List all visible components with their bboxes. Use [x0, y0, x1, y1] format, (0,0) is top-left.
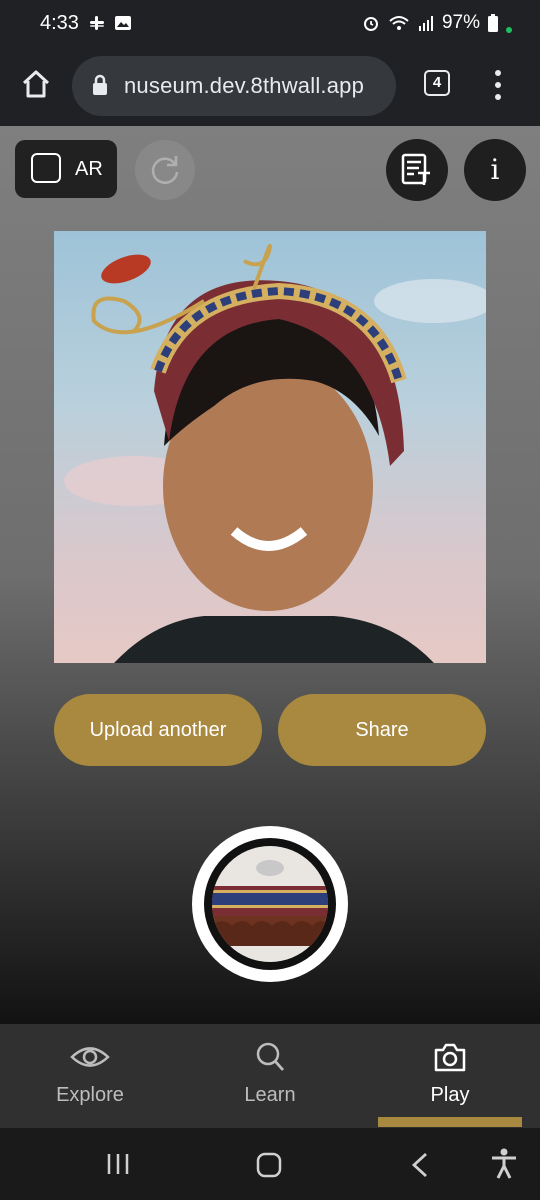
- alarm-icon: [363, 17, 378, 31]
- ar-toggle-button[interactable]: AR: [15, 140, 117, 198]
- transcript-button[interactable]: [386, 139, 448, 201]
- transcript-icon: [401, 153, 430, 185]
- refresh-icon: [151, 156, 179, 184]
- hat-thumbnail: [212, 846, 328, 962]
- portrait-image: [64, 243, 486, 663]
- refresh-button[interactable]: [135, 140, 195, 200]
- battery-icon: [488, 14, 498, 32]
- nav-explore[interactable]: Explore: [0, 1024, 180, 1128]
- nav-play-label: Play: [430, 1084, 470, 1106]
- browser-toolbar: nuseum.dev.8thwall.app 4: [0, 48, 540, 126]
- app-content: AR i Upload another Share: [0, 126, 540, 1024]
- more-menu-icon[interactable]: [488, 68, 508, 102]
- battery-percent: 97%: [441, 12, 480, 33]
- lock-icon: [93, 74, 107, 95]
- status-time: 4:33: [40, 12, 79, 34]
- home-icon[interactable]: [20, 68, 52, 100]
- signal-icon: [418, 16, 433, 31]
- info-button[interactable]: i: [464, 139, 526, 201]
- ar-checkbox: [31, 153, 61, 183]
- bottom-nav: Explore Learn Play: [0, 1024, 540, 1128]
- slack-icon: [90, 16, 104, 30]
- captured-photo: [54, 231, 486, 663]
- privacy-indicator: [506, 27, 512, 33]
- search-icon: [256, 1042, 285, 1071]
- info-icon: i: [490, 153, 500, 186]
- nav-learn[interactable]: Learn: [180, 1024, 360, 1128]
- accessibility-icon[interactable]: [490, 1148, 518, 1180]
- tab-switcher-button[interactable]: 4: [424, 70, 450, 96]
- ar-label: AR: [75, 158, 103, 180]
- url-text: nuseum.dev.8thwall.app: [124, 73, 365, 98]
- gallery-icon: [115, 16, 131, 30]
- active-tab-indicator: [378, 1117, 522, 1127]
- capture-button[interactable]: [192, 826, 348, 982]
- nav-play[interactable]: Play: [360, 1024, 540, 1128]
- eye-icon: [70, 1047, 110, 1067]
- nav-learn-label: Learn: [244, 1084, 296, 1106]
- home-nav-icon[interactable]: [256, 1152, 282, 1178]
- address-bar[interactable]: nuseum.dev.8thwall.app: [72, 56, 396, 116]
- recent-apps-icon[interactable]: [106, 1152, 130, 1176]
- status-bar: 4:33 97%: [0, 0, 540, 48]
- nav-explore-label: Explore: [56, 1084, 124, 1106]
- hat-icon: [212, 860, 328, 946]
- system-nav-bar: [0, 1128, 540, 1200]
- wifi-icon: [389, 16, 409, 30]
- upload-another-button[interactable]: Upload another: [54, 694, 262, 766]
- back-icon[interactable]: [410, 1152, 430, 1178]
- camera-icon: [434, 1043, 466, 1072]
- share-button[interactable]: Share: [278, 694, 486, 766]
